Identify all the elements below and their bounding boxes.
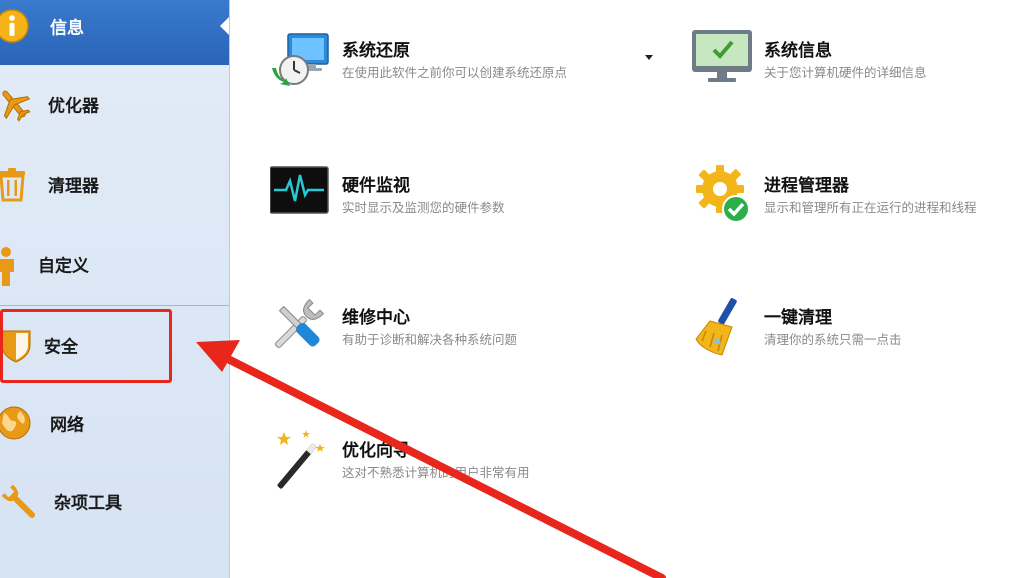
tool-title: 系统还原	[342, 41, 410, 61]
sidebar-item-network[interactable]: 网络	[0, 384, 229, 462]
tool-repair-center[interactable]: 维修中心 有助于诊断和解决各种系统问题	[270, 297, 590, 377]
tool-description: 有助于诊断和解决各种系统问题	[342, 332, 518, 347]
sidebar-item-label: 信息	[50, 18, 84, 39]
tool-description: 关于您计算机硬件的详细信息	[764, 65, 927, 80]
sidebar-item-label: 杂项工具	[54, 493, 122, 514]
tool-optimization-wizard[interactable]: 优化向导 这对不熟悉计算机的用户非常有用	[270, 430, 590, 510]
tool-title: 维修中心	[342, 308, 410, 328]
airplane-icon	[0, 86, 32, 122]
tool-hardware-monitor[interactable]: 硬件监视 实时显示及监测您的硬件参数	[269, 165, 590, 245]
tool-title: 一键清理	[764, 308, 832, 328]
tool-system-info[interactable]: 系统信息 关于您计算机硬件的详细信息	[692, 30, 1012, 110]
tool-description: 实时显示及监测您的硬件参数	[342, 200, 505, 215]
broom-icon	[692, 297, 756, 361]
tool-title: 硬件监视	[342, 176, 410, 196]
tool-system-restore[interactable]: 系统还原 在使用此软件之前你可以创建系统还原点	[270, 30, 590, 110]
pulse-monitor-icon	[269, 165, 334, 229]
gear-check-icon	[692, 165, 756, 229]
tool-process-manager[interactable]: 进程管理器 显示和管理所有正在运行的进程和线程	[692, 165, 1012, 245]
tool-description: 显示和管理所有正在运行的进程和线程	[764, 200, 977, 215]
app-window: 信息 优化器 清理器 自定义 安全 网络 杂项工具 系统还原 在使用此软件之前你…	[0, 0, 1032, 578]
trash-icon	[0, 166, 30, 202]
person-icon	[0, 246, 24, 286]
tools-icon	[270, 297, 334, 361]
sidebar-item-label: 网络	[50, 415, 84, 436]
sidebar-item-cleaner[interactable]: 清理器	[0, 145, 229, 223]
tool-description: 这对不熟悉计算机的用户非常有用	[342, 465, 530, 480]
sidebar-item-label: 清理器	[48, 176, 99, 197]
sidebar-item-misc-tools[interactable]: 杂项工具	[0, 462, 229, 540]
sidebar-item-info[interactable]: 信息	[0, 0, 229, 65]
sidebar-item-optimizer[interactable]: 优化器	[0, 65, 229, 143]
tool-title: 优化向导	[342, 441, 410, 461]
chevron-down-icon[interactable]	[645, 55, 653, 60]
tool-title: 系统信息	[764, 41, 832, 61]
tool-title: 进程管理器	[764, 176, 849, 196]
tool-one-click-clean[interactable]: 一键清理 清理你的系统只需一点击	[692, 297, 1012, 377]
tool-description: 清理你的系统只需一点击	[764, 332, 902, 347]
monitor-check-icon	[692, 30, 756, 94]
info-icon	[0, 8, 30, 44]
sidebar-item-label: 优化器	[48, 96, 99, 117]
sidebar: 信息 优化器 清理器 自定义 安全 网络 杂项工具	[0, 0, 230, 578]
sidebar-item-customize[interactable]: 自定义	[0, 225, 229, 303]
sidebar-item-label: 自定义	[38, 256, 89, 277]
magic-wand-icon	[270, 430, 334, 494]
system-restore-icon	[270, 30, 334, 94]
wrench-icon	[0, 483, 36, 519]
annotation-highlight-box	[0, 309, 172, 383]
tool-description: 在使用此软件之前你可以创建系统还原点	[342, 65, 568, 80]
globe-icon	[0, 405, 32, 441]
